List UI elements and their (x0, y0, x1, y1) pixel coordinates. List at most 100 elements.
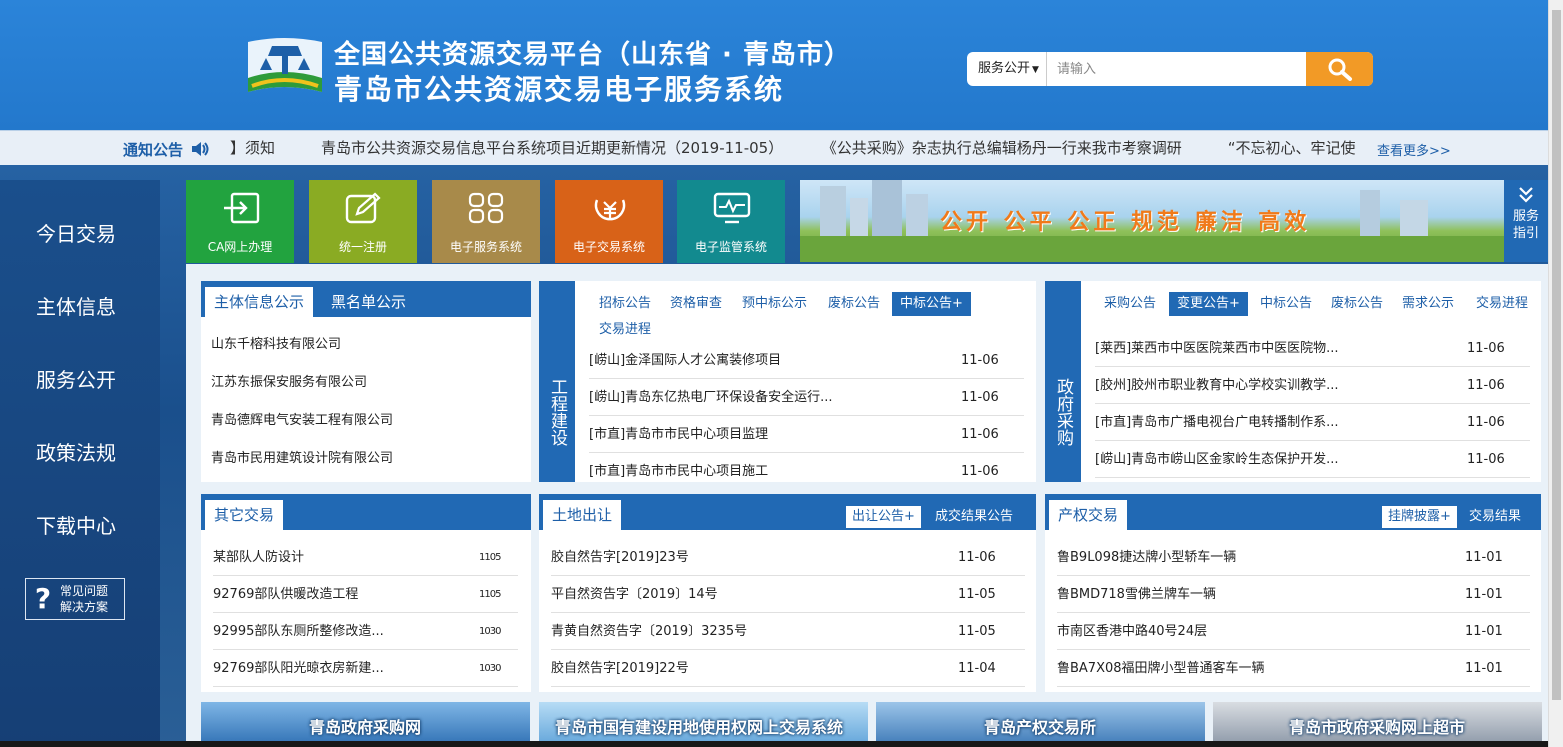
table-row[interactable]: 鲁BA7X08福田牌小型普通客车一辆 11-01 (1057, 651, 1530, 687)
row-title: [莱西]莱西市中医医院莱西市中医医院物... (1095, 341, 1339, 356)
row-date: 11-04 (958, 661, 996, 676)
table-row[interactable]: [市直]青岛市广播电视台广电转播制作系... 11-06 (1095, 405, 1530, 441)
sidebar-item-downloads[interactable]: 下载中心 (0, 506, 160, 546)
list-item[interactable]: 青岛德辉电气安装工程有限公司 (211, 403, 521, 439)
sidebar: 今日交易 主体信息 服务公开 政策法规 下载中心 ? 常见问题 解决方案 (0, 180, 160, 747)
table-row[interactable]: [市直]青岛市市民中心项目施工 11-06 (589, 454, 1024, 482)
table-row[interactable]: [胶州]胶州市职业教育中心学校实训教学... 11-06 (1095, 368, 1530, 404)
tile-label: CA网上办理 (207, 240, 273, 254)
table-row[interactable]: 青黄自然资告字〔2019〕3235号 11-05 (551, 614, 1025, 650)
subtab-award-notice[interactable]: 中标公告+ (892, 292, 971, 316)
land-result-button[interactable]: 成交结果公告 (929, 506, 1019, 528)
subtab-change-notice[interactable]: 变更公告+ (1169, 292, 1248, 316)
table-row[interactable]: 鲁B9L098捷达牌小型轿车一辆 11-01 (1057, 540, 1530, 576)
property-result-button[interactable]: 交易结果 (1463, 506, 1527, 528)
row-date: 1105 (479, 552, 501, 563)
subtab-cancel-notice[interactable]: 废标公告 (820, 292, 888, 316)
search-button[interactable] (1306, 52, 1373, 86)
panel-land-transfer: 土地出让 出让公告+ 成交结果公告 胶自然告字[2019]23号 11-06 平自… (539, 494, 1036, 692)
tile-ca-online[interactable]: CA网上办理 (186, 180, 294, 263)
tab-entity-disclosure[interactable]: 主体信息公示 (205, 287, 314, 317)
list-item[interactable]: 青岛市民用建筑设计院有限公司 (211, 441, 521, 477)
edit-icon (345, 192, 381, 224)
subtab-tender-notice[interactable]: 招标公告 (591, 292, 659, 316)
notice-item[interactable]: 】须知 (230, 139, 275, 157)
service-guide-button[interactable]: 服务 指引 (1504, 180, 1548, 262)
table-row[interactable]: 92769部队供暖改造工程 1105 (213, 577, 518, 613)
notice-item[interactable]: “不忘初心、牢记使 (1228, 139, 1356, 157)
panel-engineering: 工程建设 招标公告 资格审查 预中标公示 废标公告 中标公告+ 交易进程 [崂山… (539, 281, 1036, 482)
vertical-scrollbar[interactable] (1548, 0, 1563, 747)
row-title: [胶州]胶州市职业教育中心学校实训教学... (1095, 378, 1339, 393)
list-item[interactable]: 山东千榕科技有限公司 (211, 327, 521, 363)
table-row[interactable]: [崂山]金泽国际人才公寓装修项目 11-06 (589, 343, 1024, 379)
tab-land-transfer[interactable]: 土地出让 (543, 500, 622, 530)
list-item[interactable]: 江苏东振保安服务有限公司 (211, 365, 521, 401)
row-title: 92769部队阳光晾衣房新建... (213, 661, 384, 676)
engineering-label: 工程建设 (539, 281, 575, 482)
search-bar: 服务公开 ▼ (967, 52, 1373, 86)
tile-label: 统一注册 (338, 240, 387, 254)
table-row[interactable]: 92769部队阳光晾衣房新建... 1030 (213, 651, 518, 687)
table-row[interactable]: 市南区香港中路40号24层 11-01 (1057, 614, 1530, 650)
notice-item[interactable]: 《公共采购》杂志执行总编辑杨丹一行来我市考察调研 (829, 139, 1182, 157)
table-row[interactable]: [崂山]青岛市崂山区金家岭生态保护开发... 11-06 (1095, 442, 1530, 478)
tile-e-service-system[interactable]: 电子服务系统 (432, 180, 540, 263)
table-row[interactable]: 某部队人防设计 1105 (213, 540, 518, 576)
table-row[interactable]: 鲁BMD718雪佛兰牌车一辆 11-01 (1057, 577, 1530, 613)
subtab-award-notice[interactable]: 中标公告 (1252, 292, 1320, 316)
tab-other-trading[interactable]: 其它交易 (205, 500, 284, 530)
scrollbar-thumb[interactable] (1552, 10, 1561, 700)
table-row[interactable]: [市直]青岛市市民中心项目监理 11-06 (589, 417, 1024, 453)
search-input[interactable] (1049, 52, 1305, 86)
property-listing-button[interactable]: 挂牌披露+ (1382, 506, 1457, 528)
tile-e-trading-system[interactable]: 电子交易系统 (555, 180, 663, 263)
table-row[interactable]: 平自然资告字〔2019〕14号 11-05 (551, 577, 1025, 613)
tab-blacklist[interactable]: 黑名单公示 (322, 287, 415, 317)
panel-government-procurement: 政府采购 采购公告 变更公告+ 中标公告 废标公告 需求公示 交易进程 [莱西]… (1045, 281, 1541, 482)
row-date: 1105 (479, 589, 501, 600)
tab-property-trading[interactable]: 产权交易 (1049, 500, 1128, 530)
notice-item[interactable]: 青岛市公共资源交易信息平台系统项目近期更新情况（2019-11-05） (321, 139, 783, 157)
row-title: 胶自然告字[2019]23号 (551, 550, 689, 565)
table-row[interactable]: [崂山]青岛东亿热电厂环保设备安全运行... 11-06 (589, 380, 1024, 416)
notice-marquee: 】须知 青岛市公共资源交易信息平台系统项目近期更新情况（2019-11-05） 《公… (230, 131, 1373, 165)
row-title: 鲁B9L098捷达牌小型轿车一辆 (1057, 550, 1237, 565)
horizontal-scrollbar[interactable] (0, 741, 1548, 747)
table-row[interactable]: 胶自然告字[2019]22号 11-04 (551, 651, 1025, 687)
faq-button[interactable]: ? 常见问题 解决方案 (25, 578, 125, 620)
subtab-progress[interactable]: 交易进程 (591, 318, 659, 342)
row-title: 鲁BMD718雪佛兰牌车一辆 (1057, 587, 1216, 602)
subtab-demand-notice[interactable]: 需求公示 (1394, 292, 1462, 316)
subtab-progress[interactable]: 交易进程 (1468, 292, 1536, 316)
notice-more-link[interactable]: 查看更多>> (1377, 140, 1451, 159)
platform-logo[interactable] (244, 36, 326, 100)
tile-unified-registration[interactable]: 统一注册 (309, 180, 417, 263)
subtab-pre-award[interactable]: 预中标公示 (734, 292, 815, 316)
table-row[interactable]: [莱西]莱西市中医医院莱西市中医医院物... 11-06 (1095, 331, 1530, 367)
sidebar-item-policies[interactable]: 政策法规 (0, 433, 160, 473)
row-date: 11-05 (958, 624, 996, 639)
row-title: [市直]青岛市市民中心项目监理 (589, 427, 769, 442)
row-date: 11-06 (961, 427, 999, 442)
row-title: [崂山]青岛市崂山区金家岭生态保护开发... (1095, 452, 1339, 467)
entity-name: 青岛德辉电气安装工程有限公司 (211, 413, 394, 428)
faq-label-1: 常见问题 (60, 584, 109, 598)
tile-e-supervision-system[interactable]: 电子监管系统 (677, 180, 785, 263)
table-row[interactable]: 92995部队东厕所整修改造... 1030 (213, 614, 518, 650)
sidebar-item-today-trading[interactable]: 今日交易 (0, 214, 160, 254)
subtab-procurement-notice[interactable]: 采购公告 (1096, 292, 1164, 316)
subtab-qualification[interactable]: 资格审查 (662, 292, 730, 316)
row-title: 92769部队供暖改造工程 (213, 587, 359, 602)
row-date: 11-06 (1467, 452, 1505, 467)
row-date: 11-01 (1465, 661, 1503, 676)
subtab-cancel-notice[interactable]: 废标公告 (1323, 292, 1391, 316)
row-date: 1030 (479, 663, 501, 674)
sidebar-item-service-disclosure[interactable]: 服务公开 (0, 360, 160, 400)
sidebar-item-entity-info[interactable]: 主体信息 (0, 287, 160, 327)
table-row[interactable]: 胶自然告字[2019]23号 11-06 (551, 540, 1025, 576)
property-header: 产权交易 挂牌披露+ 交易结果 (1045, 494, 1541, 530)
caret-down-icon: ▼ (1032, 65, 1039, 75)
land-notice-button[interactable]: 出让公告+ (846, 506, 921, 528)
search-category-select[interactable]: 服务公开 ▼ (967, 52, 1047, 86)
